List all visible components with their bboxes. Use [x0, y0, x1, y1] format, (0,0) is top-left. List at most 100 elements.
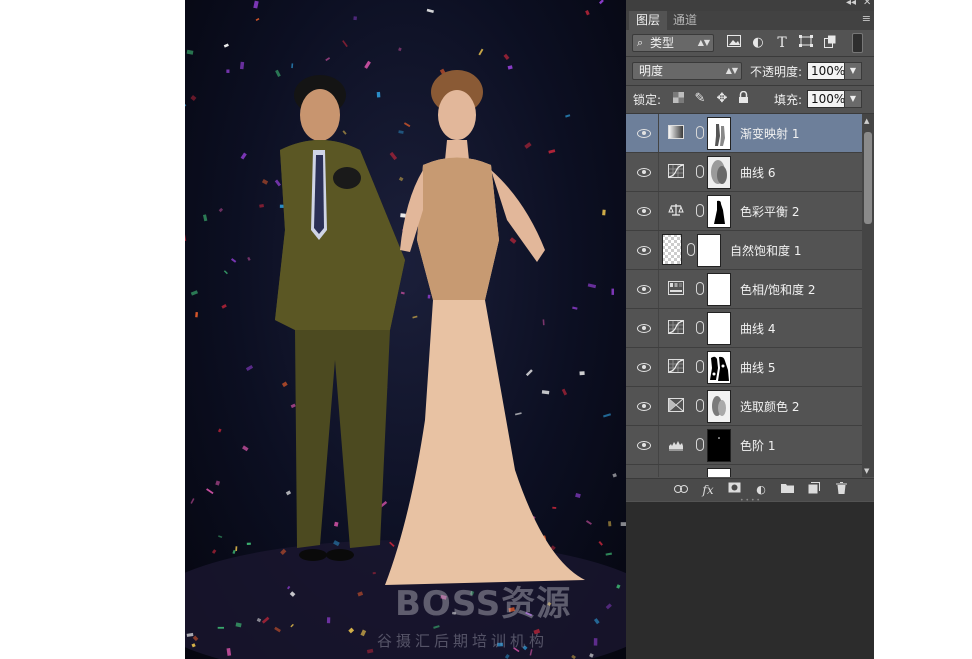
smart-object-filter-icon[interactable] — [822, 35, 838, 51]
confetti-piece — [507, 65, 513, 70]
confetti-piece — [353, 16, 357, 21]
confetti-piece — [245, 364, 254, 372]
folder-icon[interactable] — [779, 482, 795, 498]
layer-name[interactable]: 曲线 5 — [740, 359, 775, 376]
layer-row[interactable]: 色阶 1 — [626, 426, 862, 465]
confetti-piece — [398, 47, 402, 52]
visibility-toggle[interactable] — [626, 309, 659, 347]
new-layer-icon[interactable] — [806, 482, 822, 498]
confetti-piece — [389, 151, 398, 161]
visibility-toggle[interactable] — [626, 270, 659, 308]
confetti-piece — [509, 237, 517, 244]
layer-name[interactable]: 色相/饱和度 2 — [740, 281, 816, 298]
layer-name[interactable]: 选取颜色 2 — [740, 398, 799, 415]
layer-mask-thumbnail[interactable] — [707, 117, 731, 150]
collapse-icon[interactable]: ◂◂ — [846, 0, 856, 8]
lock-all-icon[interactable] — [735, 90, 751, 107]
adjustment-icon[interactable]: ◐ — [753, 482, 769, 498]
visibility-toggle[interactable] — [626, 387, 659, 425]
fill-dropdown-button[interactable]: ▼ — [844, 90, 862, 108]
opacity-field[interactable]: 100% — [807, 62, 846, 80]
confetti-piece — [218, 535, 223, 538]
layer-row[interactable]: 选取颜色 2 — [626, 387, 862, 426]
visibility-toggle[interactable] — [626, 114, 659, 152]
pixel-filter-icon[interactable] — [726, 35, 742, 51]
layer-mask-thumbnail[interactable] — [697, 234, 721, 267]
layer-row[interactable]: 自然饱和度 1 — [626, 231, 862, 270]
add-mask-icon[interactable] — [726, 482, 742, 498]
trash-icon[interactable] — [833, 482, 849, 498]
confetti-piece — [206, 488, 214, 495]
confetti-piece — [281, 381, 288, 388]
lock-image-pixels-icon[interactable]: ✎ — [692, 91, 708, 107]
layer-mask-thumbnail[interactable] — [707, 429, 731, 462]
mask-link-icon[interactable] — [696, 165, 704, 178]
mask-link-icon[interactable] — [696, 360, 704, 373]
mask-link-icon[interactable] — [696, 399, 704, 412]
layer-name[interactable]: 曲线 4 — [740, 320, 775, 337]
fx-icon[interactable]: fx — [700, 482, 716, 498]
confetti-piece — [398, 176, 404, 182]
type-filter-icon[interactable]: T — [774, 35, 790, 51]
confetti-piece — [333, 521, 339, 527]
layer-name[interactable]: 自然饱和度 1 — [730, 242, 801, 259]
mask-link-icon[interactable] — [696, 438, 704, 451]
layer-name[interactable]: 渐变映射 1 — [740, 125, 799, 142]
filter-toggle-switch[interactable] — [852, 33, 863, 53]
layer-mask-thumbnail[interactable] — [707, 390, 731, 423]
fill-field[interactable]: 100% — [807, 90, 846, 108]
visibility-toggle[interactable] — [626, 426, 659, 464]
visibility-toggle[interactable] — [626, 348, 659, 386]
layer-row[interactable]: 渐变映射 1 — [626, 114, 862, 153]
opacity-dropdown-button[interactable]: ▼ — [844, 62, 862, 80]
confetti-piece — [525, 369, 533, 377]
visibility-toggle[interactable] — [626, 153, 659, 191]
mask-link-icon[interactable] — [696, 204, 704, 217]
mask-link-icon[interactable] — [696, 126, 704, 139]
panel-tab-bar: 图层 通道 ≡ — [626, 11, 874, 30]
scroll-down-icon[interactable]: ▼ — [864, 467, 869, 475]
visibility-toggle[interactable] — [626, 231, 659, 269]
tab-layers[interactable]: 图层 — [629, 11, 668, 30]
confetti-piece — [326, 617, 331, 624]
adjustment-filter-icon[interactable]: ◐ — [750, 35, 766, 51]
layer-row[interactable]: 曲线 6 — [626, 153, 862, 192]
lock-transparent-pixels-icon[interactable] — [670, 92, 686, 108]
layer-name[interactable]: 色阶 1 — [740, 437, 775, 454]
layer-mask-thumbnail[interactable] — [707, 156, 731, 189]
scroll-up-icon[interactable]: ▲ — [864, 117, 869, 125]
layer-row[interactable]: 色彩平衡 2 — [626, 192, 862, 231]
visibility-toggle[interactable] — [626, 465, 659, 477]
close-icon[interactable]: ✕ — [863, 0, 871, 8]
shape-filter-icon[interactable] — [798, 35, 814, 51]
opacity-label: 不透明度: — [750, 65, 803, 79]
mask-link-icon[interactable] — [696, 321, 704, 334]
visibility-toggle[interactable] — [626, 192, 659, 230]
confetti-piece — [372, 572, 376, 575]
layer-mask-thumbnail[interactable] — [707, 312, 731, 345]
blend-mode-dropdown[interactable]: 明度 ▲▼ — [632, 62, 742, 80]
layer-row[interactable]: 曲线 4 — [626, 309, 862, 348]
confetti-piece — [585, 10, 590, 16]
confetti-piece — [226, 69, 230, 73]
panel-menu-icon[interactable]: ≡ — [862, 12, 871, 25]
layer-row[interactable]: 色相/饱和度 2 — [626, 270, 862, 309]
layers-scrollbar-thumb[interactable] — [864, 132, 872, 224]
layer-name[interactable]: 色彩平衡 2 — [740, 203, 799, 220]
layer-mask-thumbnail[interactable] — [707, 351, 731, 384]
confetti-piece — [242, 445, 249, 452]
lock-position-icon[interactable]: ✥ — [714, 91, 730, 107]
layer-mask-thumbnail[interactable] — [707, 468, 731, 477]
layer-row[interactable]: 曲线 5 — [626, 348, 862, 387]
mask-link-icon[interactable] — [687, 243, 695, 256]
filter-kind-dropdown[interactable]: ⌕ 类型 ▲▼ — [632, 34, 714, 52]
layer-mask-thumbnail[interactable] — [707, 273, 731, 306]
link-icon[interactable] — [673, 482, 689, 498]
eye-icon — [637, 363, 651, 372]
layer-name[interactable]: 曲线 6 — [740, 164, 775, 181]
tab-channels[interactable]: 通道 — [666, 11, 704, 30]
mask-link-icon[interactable] — [696, 282, 704, 295]
layer-mask-thumbnail[interactable] — [707, 195, 731, 228]
eye-icon — [637, 168, 651, 177]
layer-row[interactable] — [626, 465, 862, 477]
